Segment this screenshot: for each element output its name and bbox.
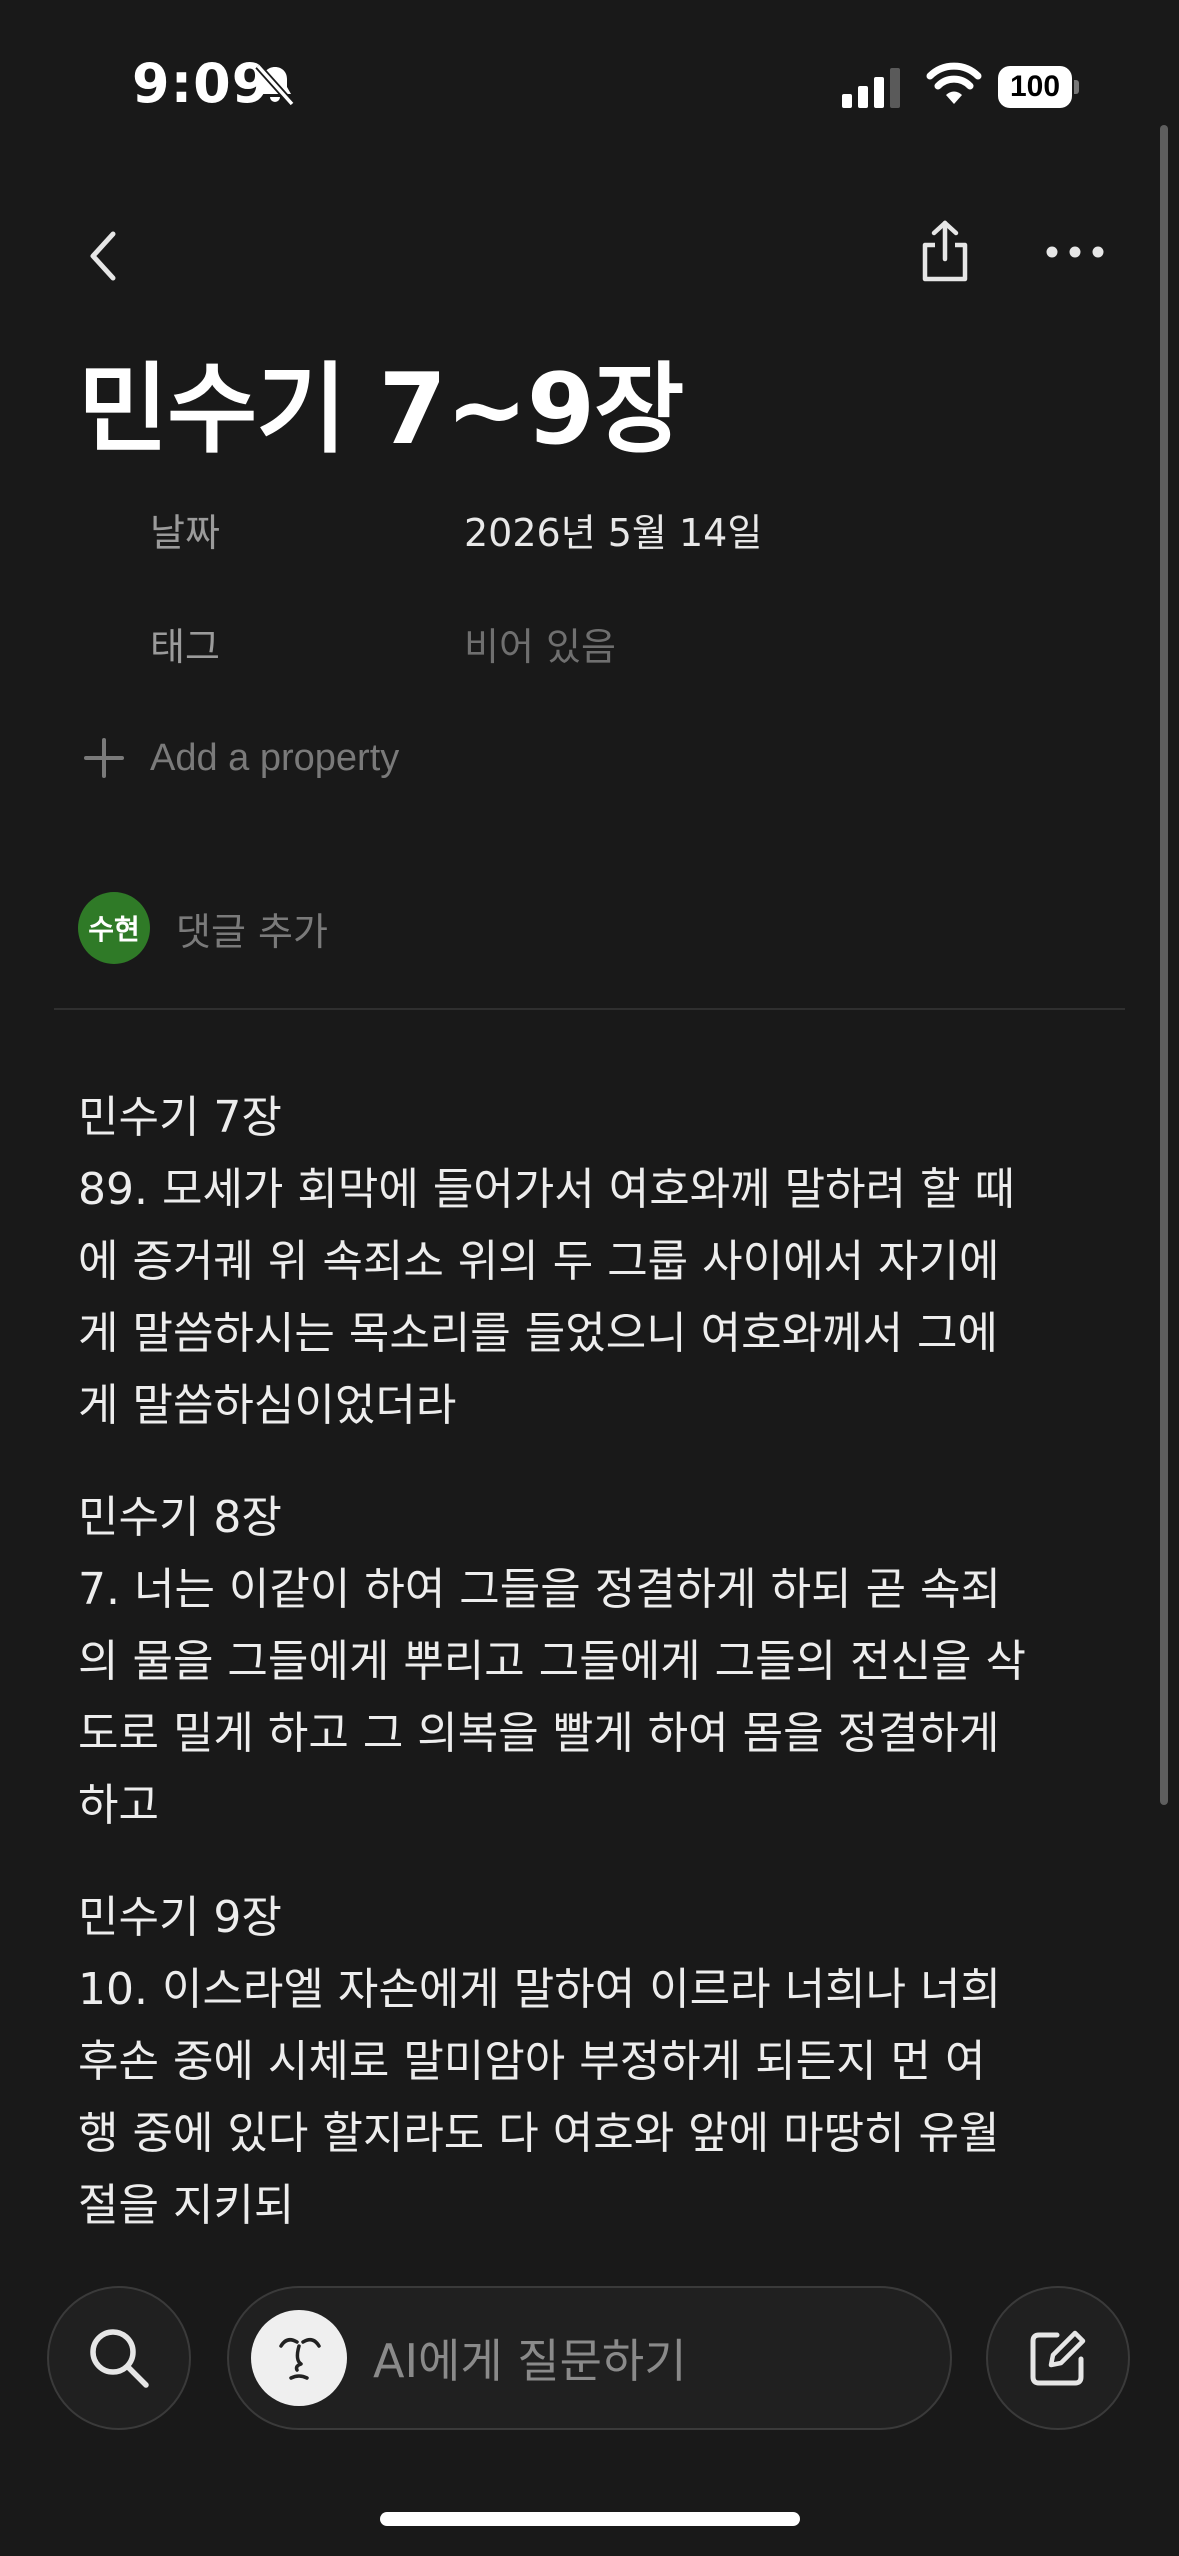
page-title[interactable]: 민수기 7~9장 bbox=[78, 330, 684, 472]
property-value-date[interactable]: 2026년 5월 14일 bbox=[464, 502, 762, 557]
search-button[interactable] bbox=[47, 2286, 191, 2430]
verse-line: 의 물을 그들에게 뿌리고 그들에게 그들의 전신을 삭 bbox=[78, 1636, 1026, 1687]
more-horizontal-icon bbox=[1046, 246, 1104, 258]
page-content[interactable]: 민수기 7장 89. 모세가 회막에 들어가서 여호와께 말하려 할 때 에 증… bbox=[78, 1082, 1118, 2282]
battery-indicator: 100 bbox=[998, 66, 1072, 108]
home-indicator bbox=[380, 2512, 800, 2526]
verse-line: 게 말씀하심이었더라 bbox=[78, 1380, 457, 1431]
block-heading: 민수기 7장 bbox=[78, 1092, 282, 1143]
bell-muted-icon bbox=[255, 63, 295, 107]
property-label-date: 날짜 bbox=[150, 511, 220, 555]
search-icon bbox=[90, 2329, 149, 2388]
content-block[interactable]: 민수기 9장 10. 이스라엘 자손에게 말하여 이르라 너희나 너희 후손 중… bbox=[78, 1882, 1118, 2242]
verse-line: 행 중에 있다 할지라도 다 여호와 앞에 마땅히 유월 bbox=[78, 2108, 1000, 2159]
content-block[interactable]: 민수기 7장 89. 모세가 회막에 들어가서 여호와께 말하려 할 때 에 증… bbox=[78, 1082, 1118, 1442]
back-button[interactable] bbox=[70, 218, 134, 294]
verse-line: 도로 밀게 하고 그 의복을 빨게 하여 몸을 정결하게 bbox=[78, 1708, 1000, 1759]
ai-face-icon bbox=[251, 2310, 347, 2406]
add-property-label: Add a property bbox=[150, 736, 400, 779]
verse-line: 에 증거궤 위 속죄소 위의 두 그룹 사이에서 자기에 bbox=[78, 1236, 1000, 1287]
ai-ask-input[interactable]: AI에게 질문하기 bbox=[373, 2325, 687, 2391]
share-icon bbox=[922, 220, 968, 282]
chevron-left-icon bbox=[90, 231, 116, 281]
more-options-button[interactable] bbox=[1040, 222, 1110, 282]
block-heading: 민수기 8장 bbox=[78, 1492, 282, 1543]
status-time: 9:09 bbox=[132, 52, 271, 115]
avatar: 수현 bbox=[78, 892, 150, 964]
property-value-tags[interactable]: 비어 있음 bbox=[464, 616, 616, 671]
verse-line: 7. 너는 이같이 하여 그들을 정결하게 하되 곧 속죄 bbox=[78, 1564, 1001, 1615]
verse-line: 10. 이스라엘 자손에게 말하여 이르라 너희나 너희 bbox=[78, 1964, 1002, 2015]
block-heading: 민수기 9장 bbox=[78, 1892, 282, 1943]
battery-nub bbox=[1074, 80, 1079, 94]
plus-icon bbox=[84, 738, 124, 778]
share-button[interactable] bbox=[910, 212, 980, 292]
cellular-signal-icon bbox=[842, 68, 900, 108]
verse-line: 89. 모세가 회막에 들어가서 여호와께 말하려 할 때 bbox=[78, 1164, 1015, 1215]
content-block[interactable]: 민수기 8장 7. 너는 이같이 하여 그들을 정결하게 하되 곧 속죄 의 물… bbox=[78, 1482, 1118, 1842]
ai-ask-bar[interactable]: AI에게 질문하기 bbox=[227, 2286, 952, 2430]
add-property-button[interactable]: Add a property bbox=[80, 728, 399, 788]
verse-line: 게 말씀하시는 목소리를 들었으니 여호와께서 그에 bbox=[78, 1308, 999, 1359]
scrollbar[interactable] bbox=[1160, 125, 1168, 1805]
compose-icon bbox=[1030, 2330, 1086, 2386]
compose-button[interactable] bbox=[986, 2286, 1130, 2430]
wifi-icon bbox=[926, 62, 982, 104]
divider bbox=[54, 1008, 1125, 1010]
verse-line: 하고 bbox=[78, 1780, 159, 1831]
verse-line: 후손 중에 시체로 말미암아 부정하게 되든지 먼 여 bbox=[78, 2036, 986, 2087]
property-label-tags: 태그 bbox=[150, 625, 220, 669]
comment-row[interactable]: 수현 댓글 추가 bbox=[78, 892, 328, 964]
comment-input[interactable]: 댓글 추가 bbox=[176, 901, 328, 956]
